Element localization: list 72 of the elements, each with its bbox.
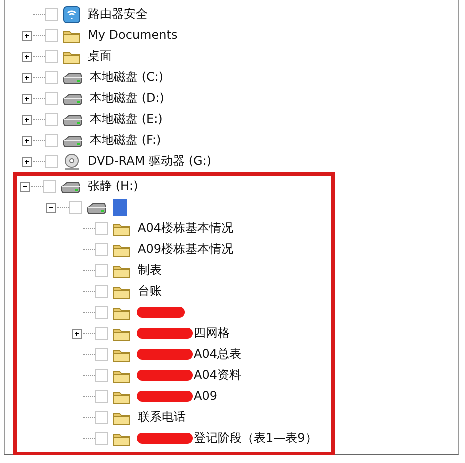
tree-item-label[interactable]: A04楼栋基本情况 (137, 220, 234, 237)
checkbox[interactable] (45, 92, 58, 105)
tree-item-label[interactable]: A04资料 (193, 367, 242, 384)
drive-icon (63, 72, 83, 85)
tree-item-label[interactable]: 制表 (137, 262, 163, 279)
tree-item-label[interactable]: A09楼栋基本情况 (137, 241, 234, 258)
checkbox[interactable] (95, 285, 108, 298)
expand-icon[interactable] (21, 50, 33, 62)
tree-item-label[interactable]: 台账 (137, 283, 163, 300)
folder-icon (113, 264, 131, 279)
drive-icon (63, 114, 83, 127)
checkbox[interactable] (43, 180, 56, 193)
folder-icon (113, 242, 131, 258)
checkbox[interactable] (95, 432, 108, 445)
drive-icon (63, 92, 83, 106)
collapse-icon[interactable] (19, 180, 31, 192)
expand-icon[interactable] (21, 134, 33, 146)
expand-icon[interactable] (21, 72, 33, 84)
checkbox[interactable] (45, 134, 58, 147)
tree-item-label[interactable]: 四网格 (193, 325, 231, 342)
checkbox[interactable] (45, 8, 58, 21)
tree-item-label[interactable]: A04总表 (193, 346, 242, 363)
expand-icon[interactable] (21, 156, 33, 168)
tree-item-label[interactable]: 桌面 (87, 48, 113, 65)
checkbox[interactable] (95, 348, 108, 361)
checkbox[interactable] (45, 29, 58, 42)
expand-icon[interactable] (71, 328, 83, 340)
checkbox[interactable] (95, 222, 108, 235)
folder-icon (113, 410, 131, 426)
folder-icon (113, 432, 131, 447)
folder-icon (63, 50, 81, 65)
tree-item-label[interactable]: 登记阶段（表1—表9） (193, 430, 318, 447)
folder-icon (63, 28, 81, 44)
checkbox[interactable] (45, 155, 58, 168)
checkbox[interactable] (95, 390, 108, 403)
tree-item-label[interactable]: 路由器安全 (87, 6, 149, 23)
tree-item-label[interactable]: A09 (193, 388, 218, 405)
drive-icon (87, 202, 107, 215)
tree-item-label[interactable]: 本地磁盘 (D:) (89, 90, 166, 107)
tree-item-label[interactable]: 本地磁盘 (C:) (89, 69, 165, 86)
checkbox[interactable] (95, 327, 108, 340)
folder-icon (113, 348, 131, 363)
drive-icon (61, 180, 81, 194)
selected-item-highlight[interactable] (113, 199, 127, 216)
tree-item-label[interactable]: 联系电话 (137, 409, 187, 426)
folder-icon (113, 306, 131, 321)
tree-item-label[interactable]: 张静 (H:) (87, 178, 140, 195)
expand-icon[interactable] (21, 92, 33, 104)
checkbox[interactable] (95, 243, 108, 256)
checkbox[interactable] (95, 306, 108, 319)
collapse-icon[interactable] (45, 202, 57, 214)
tree-item-label[interactable]: DVD-RAM 驱动器 (G:) (87, 153, 213, 170)
tree-item-label[interactable]: 本地磁盘 (F:) (89, 132, 162, 149)
checkbox[interactable] (69, 201, 82, 214)
disc-drive-icon (63, 152, 81, 171)
checkbox[interactable] (95, 369, 108, 382)
tree-item-label[interactable]: 本地磁盘 (E:) (89, 111, 164, 128)
checkbox[interactable] (45, 71, 58, 84)
checkbox[interactable] (45, 50, 58, 63)
expand-icon[interactable] (21, 114, 33, 126)
folder-icon (113, 390, 131, 405)
tree-item-label[interactable]: My Documents (87, 27, 179, 44)
checkbox[interactable] (95, 411, 108, 424)
folder-icon (113, 284, 131, 300)
folder-icon (113, 326, 131, 342)
checkbox[interactable] (95, 264, 108, 277)
folder-icon (113, 368, 131, 384)
folder-icon (113, 222, 131, 237)
expand-icon[interactable] (21, 30, 33, 42)
router-icon (63, 6, 81, 24)
checkbox[interactable] (45, 113, 58, 126)
drive-icon (63, 134, 83, 148)
